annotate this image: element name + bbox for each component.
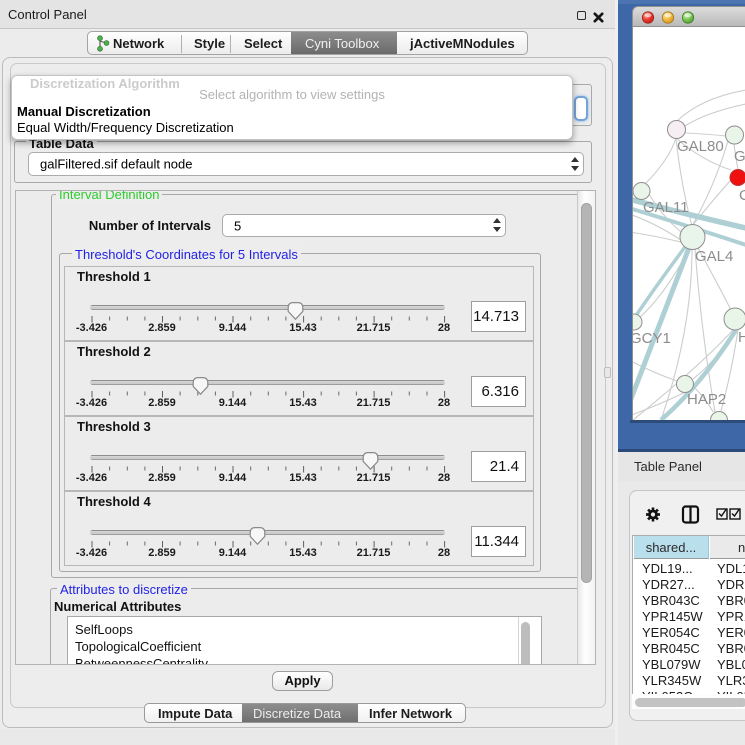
svg-text:GAL80: GAL80	[677, 138, 724, 155]
svg-text:C: C	[739, 187, 745, 204]
svg-text:H: H	[738, 329, 745, 346]
svg-text:GAL4: GAL4	[695, 248, 733, 265]
svg-text:HAP2: HAP2	[687, 391, 726, 408]
svg-text:GA: GA	[734, 148, 745, 165]
svg-text:GCY1: GCY1	[633, 330, 671, 347]
svg-text:GAL11: GAL11	[643, 199, 689, 216]
